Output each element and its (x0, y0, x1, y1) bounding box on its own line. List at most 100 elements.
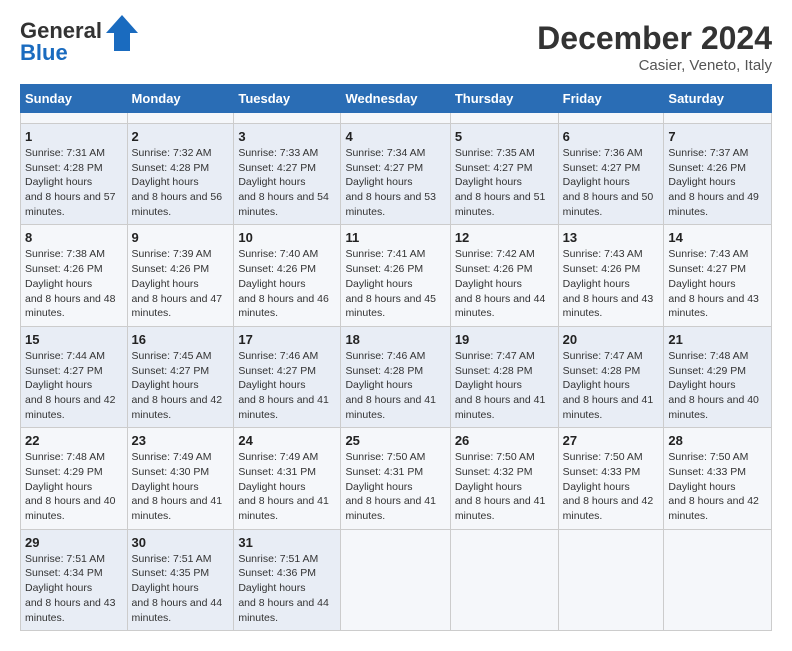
day-detail: Sunrise: 7:33 AMSunset: 4:27 PMDaylight … (238, 146, 336, 219)
day-detail: Sunrise: 7:36 AMSunset: 4:27 PMDaylight … (563, 146, 660, 219)
calendar-week-2: 8 Sunrise: 7:38 AMSunset: 4:26 PMDaylight… (21, 225, 772, 326)
calendar-title: December 2024 (537, 20, 772, 57)
day-detail: Sunrise: 7:48 AMSunset: 4:29 PMDaylight … (668, 349, 767, 422)
day-number: 4 (345, 129, 445, 144)
day-detail: Sunrise: 7:49 AMSunset: 4:30 PMDaylight … (132, 450, 230, 523)
calendar-cell: 26Sunrise: 7:50 AMSunset: 4:32 PMDayligh… (450, 428, 558, 529)
calendar-cell (450, 529, 558, 630)
day-number: 5 (455, 129, 554, 144)
calendar-cell: 31 Sunrise: 7:51 AMSunset: 4:36 PMDayligh… (234, 529, 341, 630)
calendar-cell: 28 Sunrise: 7:50 AMSunset: 4:33 PMDayligh… (664, 428, 772, 529)
day-number: 30 (132, 535, 230, 550)
calendar-cell: 19 Sunrise: 7:47 AMSunset: 4:28 PMDayligh… (450, 326, 558, 427)
col-tuesday: Tuesday (234, 85, 341, 113)
day-number: 3 (238, 129, 336, 144)
day-number: 27 (563, 433, 660, 448)
day-number: 23 (132, 433, 230, 448)
col-saturday: Saturday (664, 85, 772, 113)
col-friday: Friday (558, 85, 664, 113)
day-number: 16 (132, 332, 230, 347)
day-detail: Sunrise: 7:50 AMSunset: 4:33 PMDaylight … (563, 450, 660, 523)
calendar-week-1: 1 Sunrise: 7:31 AMSunset: 4:28 PMDaylight… (21, 124, 772, 225)
day-detail: Sunrise: 7:37 AMSunset: 4:26 PMDaylight … (668, 146, 767, 219)
day-number: 9 (132, 230, 230, 245)
calendar-cell: 8 Sunrise: 7:38 AMSunset: 4:26 PMDaylight… (21, 225, 128, 326)
day-number: 18 (345, 332, 445, 347)
day-detail: Sunrise: 7:32 AMSunset: 4:28 PMDaylight … (132, 146, 230, 219)
day-detail: Sunrise: 7:47 AMSunset: 4:28 PMDaylight … (563, 349, 660, 422)
calendar-cell: 30Sunrise: 7:51 AMSunset: 4:35 PMDayligh… (127, 529, 234, 630)
day-number: 19 (455, 332, 554, 347)
calendar-week-5: 29 Sunrise: 7:51 AMSunset: 4:34 PMDayligh… (21, 529, 772, 630)
day-detail: Sunrise: 7:43 AMSunset: 4:27 PMDaylight … (668, 247, 767, 320)
day-number: 21 (668, 332, 767, 347)
day-number: 13 (563, 230, 660, 245)
day-detail: Sunrise: 7:42 AMSunset: 4:26 PMDaylight … (455, 247, 554, 320)
day-number: 14 (668, 230, 767, 245)
calendar-cell (21, 113, 128, 124)
logo-icon (106, 15, 138, 51)
day-detail: Sunrise: 7:39 AMSunset: 4:26 PMDaylight … (132, 247, 230, 320)
day-detail: Sunrise: 7:50 AMSunset: 4:33 PMDaylight … (668, 450, 767, 523)
day-detail: Sunrise: 7:50 AMSunset: 4:31 PMDaylight … (345, 450, 445, 523)
calendar-cell (664, 113, 772, 124)
calendar-cell: 18 Sunrise: 7:46 AMSunset: 4:28 PMDayligh… (341, 326, 450, 427)
day-number: 25 (345, 433, 445, 448)
day-detail: Sunrise: 7:40 AMSunset: 4:26 PMDaylight … (238, 247, 336, 320)
col-sunday: Sunday (21, 85, 128, 113)
calendar-cell: 17Sunrise: 7:46 AMSunset: 4:27 PMDayligh… (234, 326, 341, 427)
day-number: 31 (238, 535, 336, 550)
day-detail: Sunrise: 7:46 AMSunset: 4:28 PMDaylight … (345, 349, 445, 422)
day-number: 6 (563, 129, 660, 144)
day-detail: Sunrise: 7:31 AMSunset: 4:28 PMDaylight … (25, 146, 123, 219)
calendar-week-3: 15Sunrise: 7:44 AMSunset: 4:27 PMDayligh… (21, 326, 772, 427)
calendar-cell: 2 Sunrise: 7:32 AMSunset: 4:28 PMDaylight… (127, 124, 234, 225)
calendar-cell: 13Sunrise: 7:43 AMSunset: 4:26 PMDayligh… (558, 225, 664, 326)
calendar-cell: 27 Sunrise: 7:50 AMSunset: 4:33 PMDayligh… (558, 428, 664, 529)
day-detail: Sunrise: 7:47 AMSunset: 4:28 PMDaylight … (455, 349, 554, 422)
calendar-cell: 23 Sunrise: 7:49 AMSunset: 4:30 PMDayligh… (127, 428, 234, 529)
day-number: 1 (25, 129, 123, 144)
logo-blue: Blue (20, 40, 68, 65)
calendar-cell (558, 113, 664, 124)
day-number: 17 (238, 332, 336, 347)
day-number: 2 (132, 129, 230, 144)
calendar-cell: 22Sunrise: 7:48 AMSunset: 4:29 PMDayligh… (21, 428, 128, 529)
col-thursday: Thursday (450, 85, 558, 113)
day-detail: Sunrise: 7:51 AMSunset: 4:34 PMDaylight … (25, 552, 123, 625)
day-detail: Sunrise: 7:45 AMSunset: 4:27 PMDaylight … (132, 349, 230, 422)
calendar-cell: 11 Sunrise: 7:41 AMSunset: 4:26 PMDayligh… (341, 225, 450, 326)
calendar-subtitle: Casier, Veneto, Italy (537, 57, 772, 74)
calendar-cell (558, 529, 664, 630)
calendar-table: Sunday Monday Tuesday Wednesday Thursday… (20, 84, 772, 631)
page-header: General Blue December 2024 Casier, Venet… (20, 20, 772, 74)
calendar-week-0 (21, 113, 772, 124)
day-number: 26 (455, 433, 554, 448)
calendar-cell (341, 529, 450, 630)
calendar-cell: 15Sunrise: 7:44 AMSunset: 4:27 PMDayligh… (21, 326, 128, 427)
calendar-cell: 9 Sunrise: 7:39 AMSunset: 4:26 PMDaylight… (127, 225, 234, 326)
day-number: 11 (345, 230, 445, 245)
calendar-cell: 10 Sunrise: 7:40 AMSunset: 4:26 PMDayligh… (234, 225, 341, 326)
day-detail: Sunrise: 7:34 AMSunset: 4:27 PMDaylight … (345, 146, 445, 219)
day-number: 10 (238, 230, 336, 245)
title-block: December 2024 Casier, Veneto, Italy (537, 20, 772, 74)
logo: General Blue (20, 20, 138, 64)
day-number: 24 (238, 433, 336, 448)
day-number: 28 (668, 433, 767, 448)
day-number: 15 (25, 332, 123, 347)
logo-text: General Blue (20, 20, 102, 64)
day-detail: Sunrise: 7:51 AMSunset: 4:36 PMDaylight … (238, 552, 336, 625)
day-detail: Sunrise: 7:41 AMSunset: 4:26 PMDaylight … (345, 247, 445, 320)
calendar-cell: 29 Sunrise: 7:51 AMSunset: 4:34 PMDayligh… (21, 529, 128, 630)
calendar-cell: 21 Sunrise: 7:48 AMSunset: 4:29 PMDayligh… (664, 326, 772, 427)
day-number: 8 (25, 230, 123, 245)
calendar-header-row: Sunday Monday Tuesday Wednesday Thursday… (21, 85, 772, 113)
day-detail: Sunrise: 7:38 AMSunset: 4:26 PMDaylight … (25, 247, 123, 320)
calendar-cell: 14 Sunrise: 7:43 AMSunset: 4:27 PMDayligh… (664, 225, 772, 326)
day-detail: Sunrise: 7:35 AMSunset: 4:27 PMDaylight … (455, 146, 554, 219)
calendar-cell: 20 Sunrise: 7:47 AMSunset: 4:28 PMDayligh… (558, 326, 664, 427)
day-number: 29 (25, 535, 123, 550)
day-number: 20 (563, 332, 660, 347)
calendar-cell: 7Sunrise: 7:37 AMSunset: 4:26 PMDaylight… (664, 124, 772, 225)
